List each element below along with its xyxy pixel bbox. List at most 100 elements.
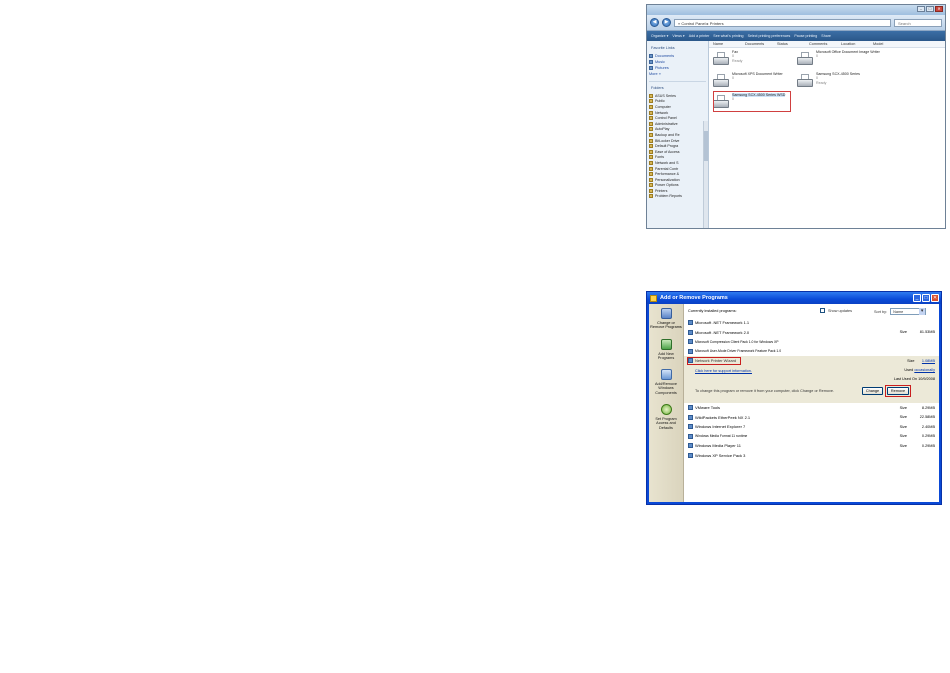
change-button[interactable]: Change — [862, 387, 883, 395]
sidebar-add-remove-windows-components[interactable]: Add/Remove Windows Components — [649, 369, 683, 395]
printer-item-office-image-writer[interactable]: Microsoft Office Document Image Writer 0 — [797, 50, 881, 70]
nav-link-more[interactable]: More » — [649, 71, 706, 77]
sidebar-set-program-access[interactable]: Set Program Access and Defaults — [649, 404, 683, 430]
list-item[interactable]: Microsoft Compression Client Pack 1.0 fo… — [684, 337, 939, 347]
change-remove-instructions: To change this program or remove it from… — [695, 389, 835, 393]
folder-icon — [649, 160, 653, 165]
folder-icon — [649, 172, 653, 177]
folder-icon — [649, 99, 653, 104]
printer-item-samsung-scx-4500[interactable]: Samsung SCX-4500 Series 0 Ready — [797, 72, 881, 92]
printers-title-bar: – □ ✕ — [647, 5, 945, 15]
search-input[interactable]: Search — [894, 18, 942, 27]
folder-icon — [649, 194, 653, 199]
printer-item-fax[interactable]: Fax 0 Ready — [713, 50, 797, 70]
folders-tree: Folders ASUS Series Public Computer Netw… — [649, 81, 706, 199]
program-name-highlight-box — [687, 357, 741, 365]
sort-by-control: Sort by: Name — [874, 308, 927, 315]
arp-window-title: Add or Remove Programs — [660, 295, 728, 301]
column-name[interactable]: Name — [713, 41, 745, 47]
sidebar-change-remove-programs[interactable]: Change or Remove Programs — [649, 308, 683, 330]
show-updates-checkbox[interactable]: Show updates — [820, 308, 852, 313]
column-documents[interactable]: Documents — [745, 41, 777, 47]
pictures-icon — [649, 66, 653, 70]
currently-installed-label: Currently installed programs: — [688, 309, 737, 313]
printer-icon — [713, 74, 729, 87]
program-icon — [688, 339, 693, 345]
list-item[interactable]: Windows Media Format 11 runtime Size 0.2… — [684, 432, 939, 442]
scrollbar-thumb[interactable] — [704, 131, 708, 161]
selected-program-panel[interactable]: Network Printer Wizard Click here for su… — [684, 356, 939, 403]
nav-scrollbar[interactable] — [703, 121, 708, 228]
cmd-organize[interactable]: Organize ▾ — [651, 34, 668, 38]
column-status[interactable]: Status — [777, 41, 809, 47]
navigation-pane: Favorite Links Documents Music Pictures … — [647, 41, 709, 228]
program-icon — [688, 414, 693, 420]
minimize-button[interactable]: _ — [913, 294, 921, 302]
printer-icon — [797, 74, 813, 87]
arp-body: Change or Remove Programs Add New Progra… — [649, 304, 939, 502]
folder-icon — [649, 149, 653, 154]
program-icon — [688, 452, 693, 458]
printer-item-xps-writer[interactable]: Microsoft XPS Document Writer 0 — [713, 72, 797, 92]
column-comments[interactable]: Comments — [809, 41, 841, 47]
cmd-pause-printing[interactable]: Pause printing — [794, 34, 817, 38]
cmd-see-printing[interactable]: See what's printing — [713, 34, 743, 38]
list-item[interactable]: Windows Internet Explorer 7 Size 2.40MB — [684, 422, 939, 432]
column-model[interactable]: Model — [873, 41, 905, 47]
add-remove-programs-window: Add or Remove Programs _ □ ✕ Change or R… — [646, 291, 942, 505]
list-item[interactable]: Microsoft .NET Framework 1.1 — [684, 318, 939, 328]
printers-list: Name Documents Status Comments Location … — [709, 41, 945, 228]
list-item[interactable]: Microsoft .NET Framework 2.0 Size 81.53M… — [684, 328, 939, 338]
column-location[interactable]: Location — [841, 41, 873, 47]
sidebar-add-new-programs[interactable]: Add New Programs — [649, 338, 683, 361]
list-item[interactable]: VMware Tools Size 8.29MB — [684, 403, 939, 413]
sort-by-select[interactable]: Name — [890, 308, 927, 315]
back-button[interactable]: ◀ — [650, 18, 659, 27]
folder-icon — [649, 144, 653, 149]
folder-icon — [649, 132, 653, 137]
windows-components-icon — [660, 369, 672, 381]
column-headers: Name Documents Status Comments Location … — [709, 41, 945, 48]
program-icon — [688, 329, 693, 335]
minimize-button[interactable]: – — [917, 6, 925, 12]
close-button[interactable]: ✕ — [931, 294, 939, 302]
folders-header[interactable]: Folders — [651, 86, 706, 90]
printer-icon — [797, 52, 813, 65]
control-panel-icon — [649, 116, 653, 121]
arp-window-controls: _ □ ✕ — [913, 294, 939, 302]
support-info-link[interactable]: Click here for support information. — [695, 369, 752, 373]
maximize-button[interactable]: □ — [926, 6, 934, 12]
computer-icon — [649, 104, 653, 109]
cmd-share[interactable]: Share — [821, 34, 831, 38]
folder-icon — [649, 138, 653, 143]
address-field[interactable]: « Control Panel ▸ Printers — [674, 18, 891, 27]
program-icon — [688, 424, 693, 430]
address-bar: ◀ ▶ « Control Panel ▸ Printers Search — [647, 15, 945, 31]
selected-size: Size 1.08MB — [907, 359, 935, 363]
programs-icon — [650, 294, 657, 302]
cmd-add-printer[interactable]: Add a printer — [689, 34, 710, 38]
list-item[interactable]: WildPackets EtherPeek NX 2.1 Size 22.58M… — [684, 413, 939, 423]
program-icon — [688, 348, 693, 354]
music-icon — [649, 60, 653, 64]
list-item[interactable]: Windows Media Player 11 Size 0.29MB — [684, 441, 939, 451]
program-icon — [688, 405, 693, 411]
selected-used: Used occasionally — [904, 368, 935, 372]
documents-icon — [649, 54, 653, 58]
folder-icon — [649, 155, 653, 160]
program-icon — [688, 443, 693, 449]
printers-body: Favorite Links Documents Music Pictures … — [647, 41, 945, 228]
fax-icon — [713, 52, 729, 65]
list-item[interactable]: Windows XP Service Pack 3 — [684, 451, 939, 461]
cmd-views[interactable]: Views ▾ — [672, 34, 684, 38]
cmd-printing-preferences[interactable]: Select printing preferences — [748, 34, 791, 38]
printer-icon — [649, 188, 653, 193]
selected-last-used: Last Used On 10/9/2008 — [893, 377, 935, 381]
checkbox-box[interactable] — [820, 308, 825, 313]
folder-item[interactable]: Problem Reports — [649, 194, 706, 200]
list-item[interactable]: Microsoft User-Mode Driver Framework Fea… — [684, 347, 939, 357]
folder-icon — [649, 166, 653, 171]
forward-button[interactable]: ▶ — [662, 18, 671, 27]
maximize-button[interactable]: □ — [922, 294, 930, 302]
close-button[interactable]: ✕ — [935, 6, 943, 12]
